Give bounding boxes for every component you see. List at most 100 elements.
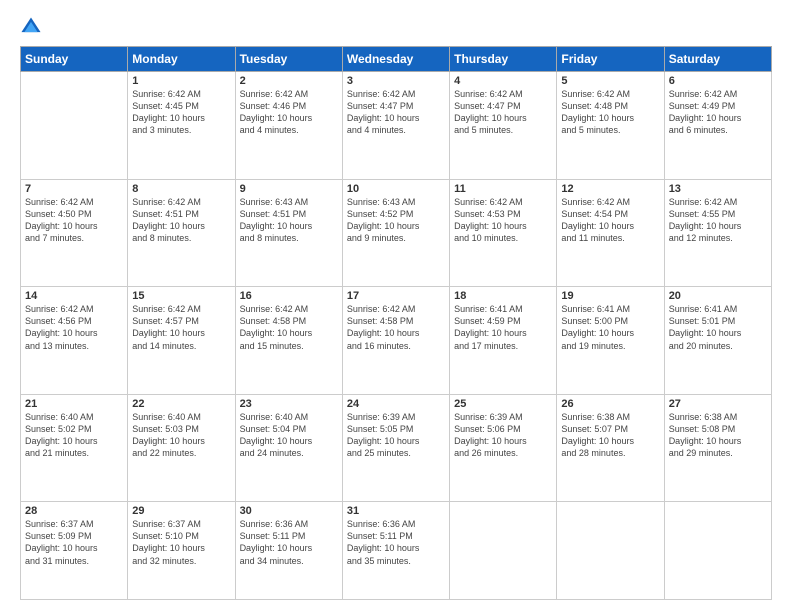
logo — [20, 16, 46, 38]
calendar-cell: 17Sunrise: 6:42 AMSunset: 4:58 PMDayligh… — [342, 287, 449, 395]
calendar-cell — [21, 72, 128, 180]
day-number: 31 — [347, 505, 445, 517]
day-info: Sunrise: 6:42 AMSunset: 4:49 PMDaylight:… — [669, 88, 767, 137]
calendar-header-thursday: Thursday — [450, 47, 557, 72]
day-number: 15 — [132, 290, 230, 302]
calendar-cell: 16Sunrise: 6:42 AMSunset: 4:58 PMDayligh… — [235, 287, 342, 395]
calendar-cell: 26Sunrise: 6:38 AMSunset: 5:07 PMDayligh… — [557, 394, 664, 502]
calendar-header-row: SundayMondayTuesdayWednesdayThursdayFrid… — [21, 47, 772, 72]
day-info: Sunrise: 6:41 AMSunset: 5:01 PMDaylight:… — [669, 303, 767, 352]
calendar-header-wednesday: Wednesday — [342, 47, 449, 72]
day-number: 24 — [347, 398, 445, 410]
day-info: Sunrise: 6:42 AMSunset: 4:51 PMDaylight:… — [132, 196, 230, 245]
day-info: Sunrise: 6:39 AMSunset: 5:06 PMDaylight:… — [454, 411, 552, 460]
calendar-week-2: 14Sunrise: 6:42 AMSunset: 4:56 PMDayligh… — [21, 287, 772, 395]
calendar-cell: 30Sunrise: 6:36 AMSunset: 5:11 PMDayligh… — [235, 502, 342, 600]
day-info: Sunrise: 6:42 AMSunset: 4:46 PMDaylight:… — [240, 88, 338, 137]
day-info: Sunrise: 6:43 AMSunset: 4:52 PMDaylight:… — [347, 196, 445, 245]
day-info: Sunrise: 6:42 AMSunset: 4:56 PMDaylight:… — [25, 303, 123, 352]
day-info: Sunrise: 6:42 AMSunset: 4:47 PMDaylight:… — [454, 88, 552, 137]
day-number: 1 — [132, 75, 230, 87]
header — [20, 16, 772, 38]
day-info: Sunrise: 6:40 AMSunset: 5:02 PMDaylight:… — [25, 411, 123, 460]
day-number: 6 — [669, 75, 767, 87]
day-number: 14 — [25, 290, 123, 302]
day-number: 22 — [132, 398, 230, 410]
day-info: Sunrise: 6:42 AMSunset: 4:50 PMDaylight:… — [25, 196, 123, 245]
day-info: Sunrise: 6:39 AMSunset: 5:05 PMDaylight:… — [347, 411, 445, 460]
calendar-cell: 14Sunrise: 6:42 AMSunset: 4:56 PMDayligh… — [21, 287, 128, 395]
calendar-cell: 15Sunrise: 6:42 AMSunset: 4:57 PMDayligh… — [128, 287, 235, 395]
calendar-header-saturday: Saturday — [664, 47, 771, 72]
day-info: Sunrise: 6:41 AMSunset: 4:59 PMDaylight:… — [454, 303, 552, 352]
day-info: Sunrise: 6:38 AMSunset: 5:08 PMDaylight:… — [669, 411, 767, 460]
calendar-week-3: 21Sunrise: 6:40 AMSunset: 5:02 PMDayligh… — [21, 394, 772, 502]
day-number: 19 — [561, 290, 659, 302]
calendar-cell: 3Sunrise: 6:42 AMSunset: 4:47 PMDaylight… — [342, 72, 449, 180]
calendar-cell: 12Sunrise: 6:42 AMSunset: 4:54 PMDayligh… — [557, 179, 664, 287]
calendar-header-tuesday: Tuesday — [235, 47, 342, 72]
calendar-cell: 28Sunrise: 6:37 AMSunset: 5:09 PMDayligh… — [21, 502, 128, 600]
page: SundayMondayTuesdayWednesdayThursdayFrid… — [0, 0, 792, 612]
day-number: 29 — [132, 505, 230, 517]
day-number: 21 — [25, 398, 123, 410]
day-info: Sunrise: 6:42 AMSunset: 4:53 PMDaylight:… — [454, 196, 552, 245]
day-info: Sunrise: 6:42 AMSunset: 4:54 PMDaylight:… — [561, 196, 659, 245]
day-number: 12 — [561, 183, 659, 195]
day-info: Sunrise: 6:40 AMSunset: 5:04 PMDaylight:… — [240, 411, 338, 460]
logo-icon — [20, 16, 42, 38]
day-info: Sunrise: 6:36 AMSunset: 5:11 PMDaylight:… — [240, 518, 338, 567]
day-number: 7 — [25, 183, 123, 195]
day-number: 5 — [561, 75, 659, 87]
calendar-cell: 25Sunrise: 6:39 AMSunset: 5:06 PMDayligh… — [450, 394, 557, 502]
day-number: 3 — [347, 75, 445, 87]
day-number: 16 — [240, 290, 338, 302]
calendar-cell — [557, 502, 664, 600]
calendar-cell: 24Sunrise: 6:39 AMSunset: 5:05 PMDayligh… — [342, 394, 449, 502]
calendar-cell: 31Sunrise: 6:36 AMSunset: 5:11 PMDayligh… — [342, 502, 449, 600]
day-number: 28 — [25, 505, 123, 517]
day-info: Sunrise: 6:36 AMSunset: 5:11 PMDaylight:… — [347, 518, 445, 567]
day-number: 2 — [240, 75, 338, 87]
day-info: Sunrise: 6:42 AMSunset: 4:45 PMDaylight:… — [132, 88, 230, 137]
day-number: 11 — [454, 183, 552, 195]
calendar-cell: 1Sunrise: 6:42 AMSunset: 4:45 PMDaylight… — [128, 72, 235, 180]
day-number: 9 — [240, 183, 338, 195]
day-number: 8 — [132, 183, 230, 195]
calendar-cell: 19Sunrise: 6:41 AMSunset: 5:00 PMDayligh… — [557, 287, 664, 395]
calendar-cell: 2Sunrise: 6:42 AMSunset: 4:46 PMDaylight… — [235, 72, 342, 180]
calendar-cell: 22Sunrise: 6:40 AMSunset: 5:03 PMDayligh… — [128, 394, 235, 502]
day-info: Sunrise: 6:43 AMSunset: 4:51 PMDaylight:… — [240, 196, 338, 245]
day-number: 13 — [669, 183, 767, 195]
calendar-cell: 11Sunrise: 6:42 AMSunset: 4:53 PMDayligh… — [450, 179, 557, 287]
calendar-cell: 6Sunrise: 6:42 AMSunset: 4:49 PMDaylight… — [664, 72, 771, 180]
day-info: Sunrise: 6:40 AMSunset: 5:03 PMDaylight:… — [132, 411, 230, 460]
day-number: 23 — [240, 398, 338, 410]
calendar-cell: 27Sunrise: 6:38 AMSunset: 5:08 PMDayligh… — [664, 394, 771, 502]
day-info: Sunrise: 6:38 AMSunset: 5:07 PMDaylight:… — [561, 411, 659, 460]
calendar-week-1: 7Sunrise: 6:42 AMSunset: 4:50 PMDaylight… — [21, 179, 772, 287]
calendar-header-monday: Monday — [128, 47, 235, 72]
calendar-week-4: 28Sunrise: 6:37 AMSunset: 5:09 PMDayligh… — [21, 502, 772, 600]
calendar-week-0: 1Sunrise: 6:42 AMSunset: 4:45 PMDaylight… — [21, 72, 772, 180]
day-number: 18 — [454, 290, 552, 302]
day-number: 27 — [669, 398, 767, 410]
calendar-cell: 7Sunrise: 6:42 AMSunset: 4:50 PMDaylight… — [21, 179, 128, 287]
day-info: Sunrise: 6:42 AMSunset: 4:55 PMDaylight:… — [669, 196, 767, 245]
day-number: 26 — [561, 398, 659, 410]
calendar-table: SundayMondayTuesdayWednesdayThursdayFrid… — [20, 46, 772, 600]
day-number: 30 — [240, 505, 338, 517]
day-number: 10 — [347, 183, 445, 195]
calendar-cell: 5Sunrise: 6:42 AMSunset: 4:48 PMDaylight… — [557, 72, 664, 180]
calendar-cell — [450, 502, 557, 600]
day-number: 25 — [454, 398, 552, 410]
calendar-header-sunday: Sunday — [21, 47, 128, 72]
calendar-cell — [664, 502, 771, 600]
calendar-cell: 18Sunrise: 6:41 AMSunset: 4:59 PMDayligh… — [450, 287, 557, 395]
calendar-cell: 23Sunrise: 6:40 AMSunset: 5:04 PMDayligh… — [235, 394, 342, 502]
day-info: Sunrise: 6:37 AMSunset: 5:10 PMDaylight:… — [132, 518, 230, 567]
calendar-cell: 13Sunrise: 6:42 AMSunset: 4:55 PMDayligh… — [664, 179, 771, 287]
day-number: 4 — [454, 75, 552, 87]
day-info: Sunrise: 6:42 AMSunset: 4:47 PMDaylight:… — [347, 88, 445, 137]
day-info: Sunrise: 6:42 AMSunset: 4:57 PMDaylight:… — [132, 303, 230, 352]
